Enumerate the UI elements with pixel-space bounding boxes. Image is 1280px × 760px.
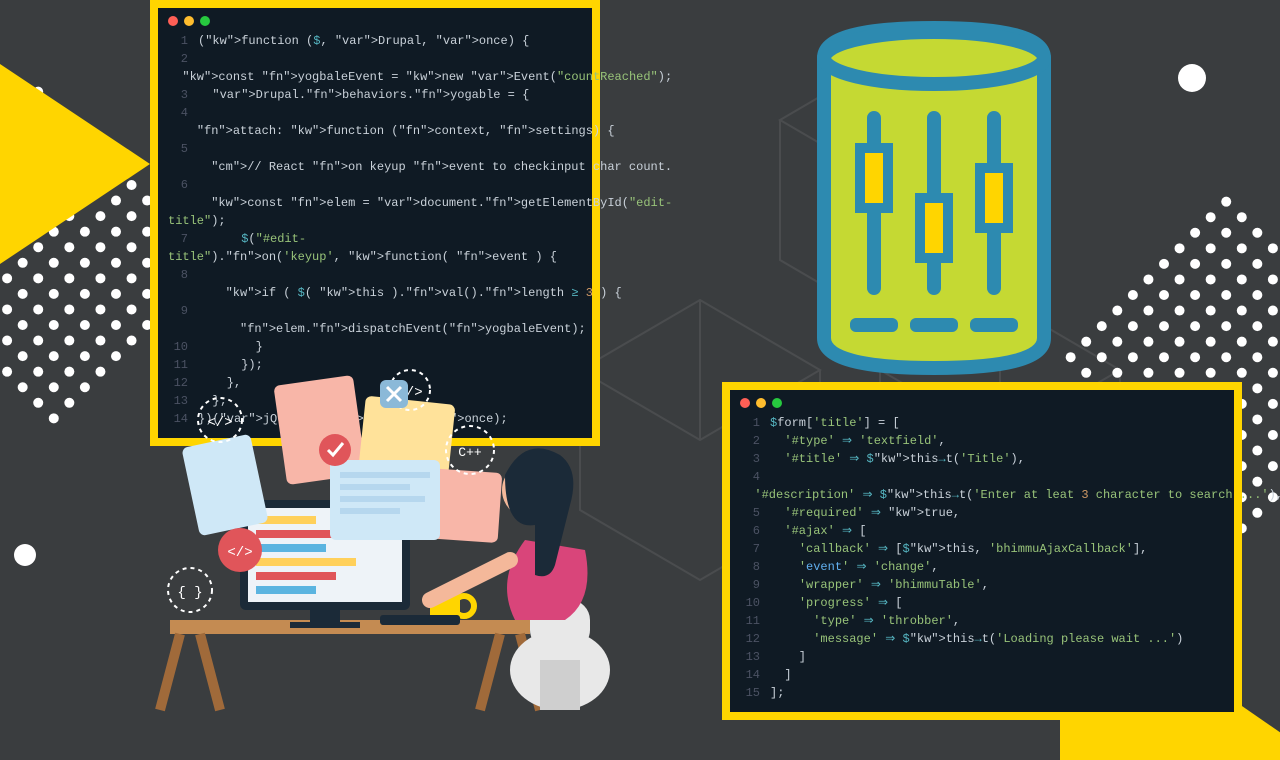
triangle-top-left (0, 64, 150, 264)
code-bubble: </> (207, 415, 232, 431)
code-content-bottom: 1$form['title'] = [2 '#type' ⇒ 'textfiel… (740, 414, 1224, 702)
developer-illustration: </> </> { } C++ </> (130, 360, 670, 720)
code-bubble: </> (227, 545, 252, 561)
cpp-bubble: C++ (458, 445, 482, 460)
mixer-icon (784, 18, 1084, 383)
circle-decor (14, 544, 36, 566)
window-controls (740, 398, 1224, 408)
circle-decor (1178, 64, 1206, 92)
window-controls (168, 16, 582, 26)
svg-text:{ }: { } (177, 585, 202, 601)
code-frame-bottom: 1$form['title'] = [2 '#type' ⇒ 'textfiel… (722, 382, 1242, 720)
